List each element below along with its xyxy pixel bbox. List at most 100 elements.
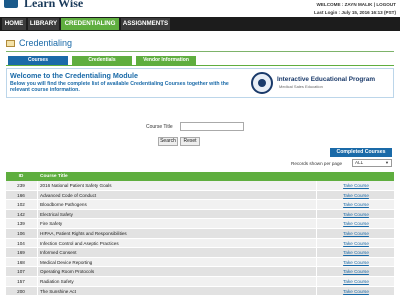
take-course-link[interactable]: Take Course bbox=[318, 200, 394, 209]
column-separator bbox=[316, 190, 317, 200]
table-row: 142 Electrical Safety Take Course bbox=[6, 209, 394, 220]
course-title-input[interactable] bbox=[180, 122, 244, 131]
column-separator bbox=[316, 209, 317, 219]
header-divider bbox=[6, 51, 394, 52]
column-separator bbox=[37, 190, 38, 200]
take-course-link[interactable]: Take Course bbox=[318, 181, 394, 190]
table-row: 200 The Sunshine Act Take Course bbox=[6, 286, 394, 297]
take-course-link[interactable]: Take Course bbox=[318, 287, 394, 296]
take-course-link[interactable]: Take Course bbox=[318, 248, 394, 257]
row-id: 239 bbox=[17, 183, 25, 188]
row-id: 142 bbox=[17, 211, 25, 217]
column-separator bbox=[316, 267, 317, 276]
table-row: 166 Advanced Code of Conduct Take Course bbox=[6, 190, 394, 201]
column-separator bbox=[316, 248, 317, 257]
column-separator bbox=[316, 276, 317, 286]
table-row: 104 Infection Control and Aseptic Practic… bbox=[6, 238, 394, 249]
logo-mark-icon bbox=[4, 0, 18, 8]
take-course-link[interactable]: Take Course bbox=[318, 229, 394, 238]
take-course-link[interactable]: Take Course bbox=[318, 258, 394, 267]
courses-table: ID Course Title 239 2016 National Patient… bbox=[6, 172, 394, 297]
course-title-label: Course Title bbox=[146, 124, 173, 130]
column-separator bbox=[316, 219, 317, 228]
row-course-title: Bloodborne Pathogens bbox=[40, 202, 87, 208]
tab-courses[interactable]: Courses bbox=[8, 56, 68, 65]
records-selected-value: ALL bbox=[355, 160, 364, 165]
tab-vendor-information[interactable]: Vendor Information bbox=[136, 56, 196, 65]
column-separator bbox=[37, 209, 38, 219]
column-separator bbox=[37, 238, 38, 248]
take-course-link[interactable]: Take Course bbox=[318, 267, 394, 276]
row-id: 166 bbox=[17, 192, 25, 198]
brand-title: Interactive Educational Program bbox=[277, 76, 376, 83]
column-separator bbox=[37, 248, 38, 257]
row-id: 168 bbox=[17, 259, 25, 265]
column-separator bbox=[37, 181, 38, 190]
row-id: 157 bbox=[17, 278, 25, 284]
row-course-title: Infection Control and Aseptic Practices bbox=[40, 240, 119, 246]
welcome-logout-text[interactable]: WELCOME : ZAYN MALIK | LOGOUT bbox=[317, 2, 396, 7]
nav-home[interactable]: HOME bbox=[2, 18, 26, 30]
row-course-title: Electrical Safety bbox=[40, 211, 73, 217]
column-separator bbox=[37, 257, 38, 267]
row-course-title: 2016 National Patient Safety Goals bbox=[40, 183, 112, 188]
column-separator bbox=[37, 228, 38, 238]
records-per-page-select[interactable]: ALL ▼ bbox=[352, 159, 392, 167]
intro-body: Below you will find the complete list of… bbox=[10, 81, 229, 93]
row-course-title: Radiation Safety bbox=[40, 278, 74, 284]
row-id: 200 bbox=[17, 288, 25, 294]
row-course-title: The Sunshine Act bbox=[40, 288, 77, 294]
nav-assignments[interactable]: ASSIGNMENTS bbox=[121, 18, 170, 30]
row-id: 139 bbox=[17, 221, 25, 227]
take-course-link[interactable]: Take Course bbox=[318, 239, 394, 248]
completed-courses-button[interactable]: Completed Courses bbox=[330, 148, 392, 157]
row-course-title: Informed Consent bbox=[40, 250, 77, 256]
nav-credentialing[interactable]: CREDENTIALING bbox=[61, 18, 119, 30]
table-row: 239 2016 National Patient Safety Goals Tak… bbox=[6, 181, 394, 191]
column-separator bbox=[316, 228, 317, 238]
last-login-text: Last Login : July 15, 2016 16:13 (PST) bbox=[314, 10, 396, 15]
row-course-title: HIPAA, Patient Rights and Responsibiliti… bbox=[40, 230, 127, 236]
intro-panel: Welcome to the Credentialing Module Belo… bbox=[6, 68, 394, 98]
column-separator bbox=[37, 200, 38, 209]
row-course-title: Fire Safety bbox=[40, 221, 63, 227]
row-course-title: Advanced Code of Conduct bbox=[40, 192, 97, 198]
take-course-link[interactable]: Take Course bbox=[318, 191, 394, 200]
column-separator bbox=[316, 238, 317, 248]
column-separator bbox=[37, 276, 38, 286]
table-row: 169 Informed Consent Take Course bbox=[6, 248, 394, 258]
iep-seal-icon bbox=[251, 72, 273, 94]
logo-text: Learn Wise bbox=[24, 0, 84, 10]
intro-title: Welcome to the Credentialing Module bbox=[10, 71, 139, 80]
row-id: 169 bbox=[17, 250, 25, 256]
reset-button[interactable]: Reset bbox=[180, 137, 200, 146]
take-course-link[interactable]: Take Course bbox=[318, 210, 394, 219]
tab-credentials[interactable]: Credentials bbox=[72, 56, 132, 65]
search-button[interactable]: Search bbox=[158, 137, 178, 146]
table-body: 239 2016 National Patient Safety Goals Tak… bbox=[6, 181, 394, 297]
table-row: 139 Fire Safety Take Course bbox=[6, 219, 394, 229]
column-separator bbox=[316, 200, 317, 209]
column-separator bbox=[37, 286, 38, 296]
row-id: 104 bbox=[17, 240, 25, 246]
column-separator bbox=[37, 267, 38, 276]
header-id: ID bbox=[18, 174, 24, 179]
column-separator bbox=[316, 181, 317, 190]
records-per-page-label: Records shown per page bbox=[291, 161, 343, 166]
column-separator bbox=[316, 286, 317, 296]
row-id: 107 bbox=[17, 269, 25, 275]
take-course-link[interactable]: Take Course bbox=[318, 219, 394, 228]
table-row: 107 Operating Room Protocols Take Course bbox=[6, 267, 394, 277]
table-row: 157 Radiation Safety Take Course bbox=[6, 276, 394, 287]
table-row: 168 Medical Device Reporting Take Course bbox=[6, 257, 394, 268]
nav-library[interactable]: LIBRARY bbox=[28, 18, 59, 30]
certificate-icon bbox=[6, 40, 15, 47]
app-logo[interactable]: Learn Wise bbox=[2, 0, 102, 10]
row-course-title: Operating Room Protocols bbox=[40, 269, 95, 275]
header-course-title: Course Title bbox=[40, 174, 68, 179]
take-course-link[interactable]: Take Course bbox=[318, 277, 394, 286]
row-course-title: Medical Device Reporting bbox=[40, 259, 93, 265]
row-id: 106 bbox=[17, 230, 25, 236]
row-id: 102 bbox=[17, 202, 25, 208]
page-title: Credentialing bbox=[19, 38, 73, 48]
